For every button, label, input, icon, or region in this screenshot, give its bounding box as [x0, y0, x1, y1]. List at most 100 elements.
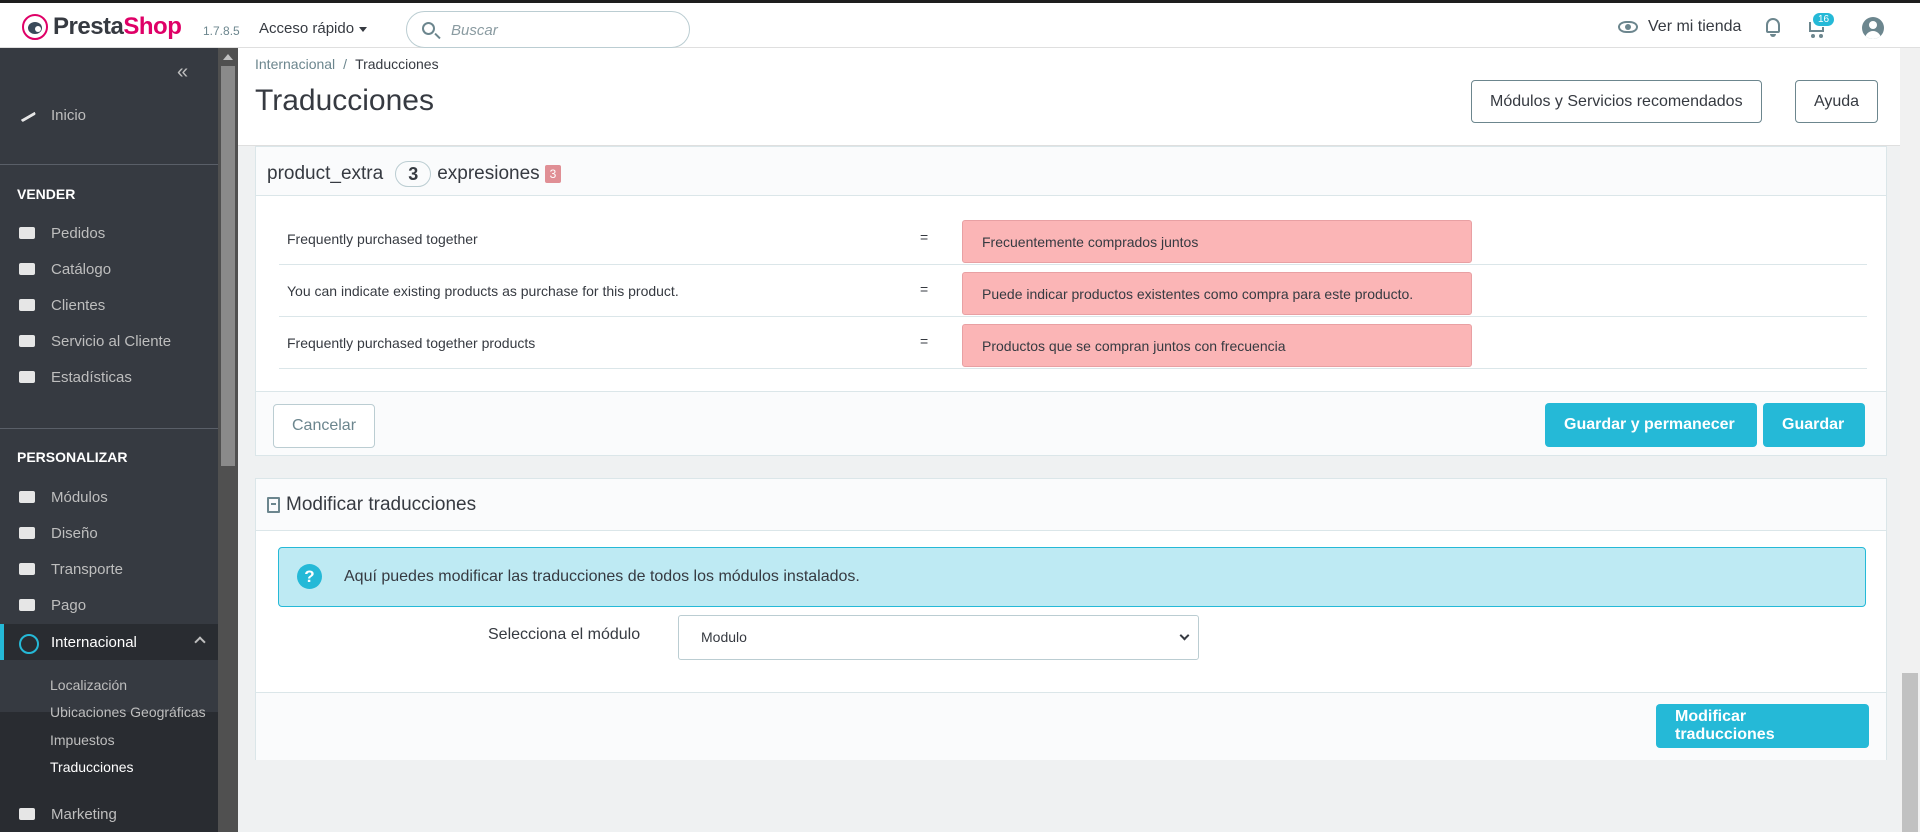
- search-icon[interactable]: [422, 22, 435, 35]
- quick-access-dropdown[interactable]: Acceso rápido: [259, 20, 368, 37]
- card-header: Modificar traducciones: [256, 479, 1886, 531]
- sidebar-item-label: Módulos: [51, 488, 108, 506]
- document-icon: [267, 497, 280, 513]
- sidebar-item-clientes[interactable]: Clientes: [0, 287, 218, 323]
- notifications-bell-icon[interactable]: [1762, 17, 1784, 39]
- equals-sign: =: [920, 333, 929, 349]
- main-content: Internacional / Traducciones Traducciones …: [238, 48, 1900, 832]
- cancel-button[interactable]: Cancelar: [273, 404, 376, 448]
- truck-icon: [17, 560, 39, 578]
- card-footer: Cancelar Guardar y permanecer Guardar: [256, 391, 1886, 455]
- chat-icon: [17, 332, 39, 350]
- equals-sign: =: [920, 281, 929, 297]
- quick-access-label: Acceso rápido: [259, 20, 355, 37]
- translation-input[interactable]: Frecuentemente comprados juntos: [962, 220, 1472, 263]
- bar-chart-icon: [17, 368, 39, 386]
- source-text: Frequently purchased together products: [287, 335, 536, 351]
- help-circle-icon: ?: [297, 564, 322, 589]
- translation-input[interactable]: Productos que se compran juntos con frec…: [962, 324, 1472, 367]
- recommended-modules-button[interactable]: Módulos y Servicios recomendados: [1471, 80, 1762, 123]
- save-button[interactable]: Guardar: [1763, 403, 1865, 447]
- sidebar-divider: [0, 164, 218, 165]
- breadcrumb-parent[interactable]: Internacional: [255, 56, 335, 72]
- sidebar-scrollbar[interactable]: [218, 48, 238, 832]
- card-footer: Modificar traducciones: [256, 692, 1886, 760]
- page-header: Internacional / Traducciones Traducciones …: [238, 48, 1900, 146]
- puzzle-icon: [17, 488, 39, 506]
- sidebar-item-label: Pago: [51, 596, 87, 614]
- logo-text-presta: Presta: [53, 13, 124, 40]
- scrollbar-thumb[interactable]: [1902, 673, 1918, 832]
- sidebar-item-internacional[interactable]: Internacional: [0, 624, 218, 660]
- sidebar-item-label: Clientes: [51, 296, 106, 314]
- translation-input[interactable]: Puede indicar productos existentes como …: [962, 272, 1472, 315]
- globe-icon: [17, 633, 39, 654]
- sidebar-item-label: Transporte: [51, 560, 123, 578]
- modify-translations-card: Modificar traducciones ? Aquí puedes mod…: [255, 478, 1887, 760]
- card-header: product_extra 3 expresiones 3: [256, 147, 1886, 196]
- translations-card: product_extra 3 expresiones 3 Frequently…: [255, 146, 1887, 456]
- logo-text-shop: Shop: [123, 13, 182, 40]
- chevron-up-icon: [194, 636, 206, 648]
- module-select-value: Modulo: [701, 629, 747, 645]
- caret-down-icon: [359, 26, 368, 32]
- puffin-logo-icon: [22, 14, 48, 40]
- view-store-link[interactable]: Ver mi tienda: [1618, 18, 1741, 36]
- sidebar-item-diseno[interactable]: Diseño: [0, 515, 218, 551]
- user-avatar-icon[interactable]: [1862, 17, 1884, 39]
- help-button[interactable]: Ayuda: [1795, 80, 1879, 123]
- search-box[interactable]: [406, 11, 690, 48]
- card-title: Modificar traducciones: [267, 494, 476, 516]
- sidebar-item-inicio[interactable]: Inicio: [0, 97, 218, 133]
- sidebar-subitem-ubicaciones[interactable]: Ubicaciones Geográficas: [50, 704, 206, 720]
- scrollbar-thumb[interactable]: [221, 66, 235, 466]
- source-text: Frequently purchased together: [287, 231, 478, 247]
- page-title: Traducciones: [255, 84, 434, 117]
- sidebar-item-label: Servicio al Cliente: [51, 332, 172, 350]
- scroll-up-arrow-icon[interactable]: [223, 54, 233, 60]
- equals-sign: =: [920, 229, 929, 245]
- sidebar-item-label: Estadísticas: [51, 368, 132, 386]
- store-icon: [17, 260, 39, 278]
- orders-count-badge: 16: [1812, 12, 1836, 27]
- sidebar-item-transporte[interactable]: Transporte: [0, 551, 218, 587]
- sidebar-divider: [0, 428, 218, 429]
- sidebar-item-pago[interactable]: Pago: [0, 587, 218, 623]
- version-label: 1.7.8.5: [203, 24, 240, 38]
- top-header: PrestaShop 1.7.8.5 Acceso rápido Ver mi …: [0, 0, 1920, 48]
- collapse-sidebar-icon[interactable]: «: [177, 61, 188, 84]
- sidebar-item-label: Marketing: [51, 805, 117, 823]
- sidebar-item-marketing[interactable]: Marketing: [0, 796, 218, 832]
- expressions-count: 3: [395, 161, 432, 187]
- sidebar-subitem-localizacion[interactable]: Localización: [50, 677, 127, 693]
- module-select[interactable]: Modulo: [678, 615, 1199, 660]
- modify-translations-button[interactable]: Modificar traducciones: [1656, 704, 1869, 748]
- missing-count-badge: 3: [544, 165, 562, 183]
- sidebar-item-catalogo[interactable]: Catálogo: [0, 251, 218, 287]
- module-translation-title: product_extra 3 expresiones 3: [267, 161, 562, 187]
- save-and-stay-button[interactable]: Guardar y permanecer: [1545, 403, 1757, 447]
- sidebar-item-pedidos[interactable]: Pedidos: [0, 215, 218, 251]
- sidebar-item-estadisticas[interactable]: Estadísticas: [0, 359, 218, 395]
- translation-row: Frequently purchased together = Frecuent…: [279, 213, 1867, 265]
- modify-translations-title: Modificar traducciones: [286, 494, 477, 515]
- expressions-label: expresiones: [437, 163, 540, 184]
- trending-up-icon: [17, 106, 39, 124]
- megaphone-icon: [17, 805, 39, 823]
- sidebar-item-label: Internacional: [51, 633, 137, 651]
- sidebar-item-modulos[interactable]: Módulos: [0, 479, 218, 515]
- eye-icon: [1618, 21, 1638, 33]
- select-module-label: Selecciona el módulo: [488, 626, 641, 643]
- sidebar-subitem-impuestos[interactable]: Impuestos: [50, 732, 115, 748]
- page-scrollbar[interactable]: [1900, 48, 1920, 832]
- info-message: Aquí puedes modificar las traducciones d…: [344, 568, 860, 585]
- desktop-icon: [17, 524, 39, 542]
- sidebar-item-label: Catálogo: [51, 260, 112, 278]
- chevron-down-icon: [1179, 630, 1190, 641]
- module-name: product_extra: [267, 163, 384, 184]
- prestashop-logo[interactable]: PrestaShop: [22, 13, 182, 41]
- translation-row: You can indicate existing products as pu…: [279, 265, 1867, 317]
- sidebar-subitem-traducciones[interactable]: Traducciones: [50, 759, 134, 775]
- sidebar-item-servicio[interactable]: Servicio al Cliente: [0, 323, 218, 359]
- search-input[interactable]: [451, 20, 671, 40]
